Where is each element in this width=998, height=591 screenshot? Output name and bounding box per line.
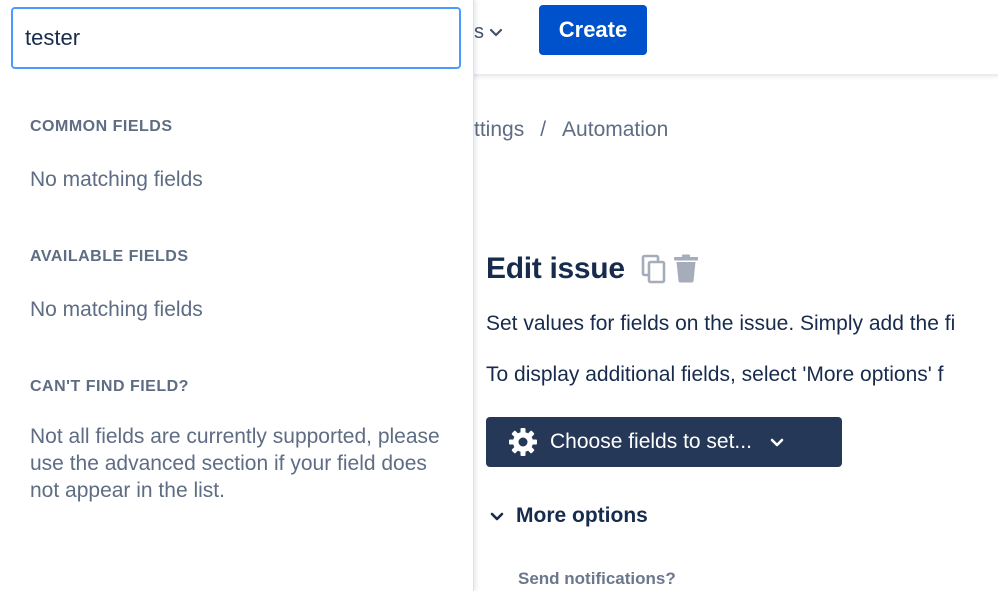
action-header: Edit issue xyxy=(486,252,701,286)
nav-menu-label: s xyxy=(474,20,484,43)
chevron-down-icon xyxy=(490,512,504,521)
breadcrumb-item-automation[interactable]: Automation xyxy=(562,118,668,142)
trash-icon xyxy=(673,254,698,283)
common-fields-empty-message: No matching fields xyxy=(30,168,203,191)
gear-icon xyxy=(509,428,537,456)
available-fields-heading: AVAILABLE FIELDS xyxy=(30,248,189,265)
create-button[interactable]: Create xyxy=(539,5,647,55)
field-picker-dropdown: COMMON FIELDS No matching fields AVAILAB… xyxy=(0,0,474,591)
cant-find-field-heading: CAN'T FIND FIELD? xyxy=(30,378,189,395)
more-options-label: More options xyxy=(516,504,648,527)
copy-button[interactable] xyxy=(639,252,669,286)
breadcrumb-item-settings[interactable]: ttings xyxy=(474,118,524,142)
page-title: Edit issue xyxy=(486,252,625,285)
chevron-down-icon xyxy=(489,28,503,37)
more-options-toggle[interactable]: More options xyxy=(488,504,648,528)
action-description: Set values for fields on the issue. Simp… xyxy=(486,312,956,335)
copy-icon xyxy=(641,254,666,284)
send-notifications-label: Send notifications? xyxy=(518,569,676,588)
available-fields-empty-message: No matching fields xyxy=(30,298,203,321)
choose-fields-button[interactable]: Choose fields to set... xyxy=(486,417,842,467)
field-search-input[interactable] xyxy=(11,7,461,69)
chevron-down-icon xyxy=(770,438,784,447)
breadcrumb-separator: / xyxy=(540,118,547,141)
breadcrumb: ttings / Automation xyxy=(474,118,668,142)
choose-fields-label: Choose fields to set... xyxy=(550,430,752,453)
action-hint: To display additional fields, select 'Mo… xyxy=(486,363,944,386)
cant-find-field-help-text: Not all fields are currently supported, … xyxy=(30,425,440,502)
common-fields-heading: COMMON FIELDS xyxy=(30,118,173,135)
nav-menu-dropdown[interactable]: s xyxy=(474,18,504,46)
delete-button[interactable] xyxy=(671,252,701,286)
